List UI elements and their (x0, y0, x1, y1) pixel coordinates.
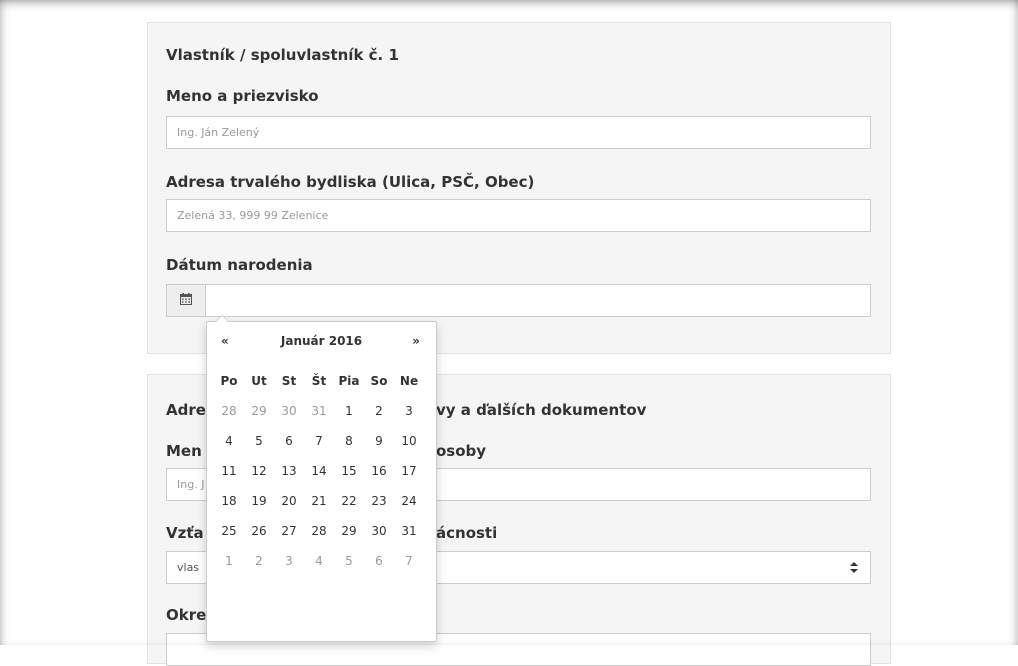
datepicker-day-outside-month[interactable]: 4 (304, 546, 334, 576)
datepicker-day[interactable]: 5 (244, 426, 274, 456)
relation-label-start: Vzťa (166, 524, 204, 542)
delivery-section-title-end: vy a ďalších dokumentov (436, 401, 647, 419)
datepicker-day[interactable]: 26 (244, 516, 274, 546)
datepicker-prev-button[interactable]: « (221, 334, 229, 348)
name-label: Meno a priezvisko (166, 87, 319, 105)
datepicker-day-outside-month[interactable]: 6 (364, 546, 394, 576)
datepicker-day[interactable]: 12 (244, 456, 274, 486)
datepicker-day[interactable]: 14 (304, 456, 334, 486)
datepicker-day-outside-month[interactable]: 30 (274, 396, 304, 426)
datepicker-day[interactable]: 15 (334, 456, 364, 486)
weekday-header: Po (220, 374, 238, 388)
datepicker-day[interactable]: 9 (364, 426, 394, 456)
datepicker-day[interactable]: 3 (394, 396, 424, 426)
datepicker-day-outside-month[interactable]: 29 (244, 396, 274, 426)
datepicker-day[interactable]: 1 (334, 396, 364, 426)
datepicker-header: Január 2016 « » (207, 334, 436, 354)
datepicker-day[interactable]: 2 (364, 396, 394, 426)
datepicker-day[interactable]: 6 (274, 426, 304, 456)
relation-select-value: vlas (177, 561, 200, 574)
datepicker-day[interactable]: 22 (334, 486, 364, 516)
datepicker-day[interactable]: 13 (274, 456, 304, 486)
datepicker-day-outside-month[interactable]: 5 (334, 546, 364, 576)
datepicker-day[interactable]: 7 (304, 426, 334, 456)
weekday-header: Ne (399, 374, 419, 388)
datepicker-day[interactable]: 29 (334, 516, 364, 546)
weekday-header: Ut (251, 374, 267, 388)
birth-date-input[interactable] (205, 284, 871, 317)
datepicker-day[interactable]: 24 (394, 486, 424, 516)
datepicker-day[interactable]: 20 (274, 486, 304, 516)
datepicker-day[interactable]: 21 (304, 486, 334, 516)
owner-section-title: Vlastník / spoluvlastník č. 1 (166, 46, 399, 64)
datepicker-day-outside-month[interactable]: 7 (394, 546, 424, 576)
datepicker-day[interactable]: 31 (394, 516, 424, 546)
contact-name-label-end: osoby (436, 442, 487, 460)
datepicker-day[interactable]: 23 (364, 486, 394, 516)
relation-label-end: ácnosti (436, 524, 498, 542)
address-input[interactable]: Zelená 33, 999 99 Zelenice (166, 199, 871, 232)
datepicker-day[interactable]: 19 (244, 486, 274, 516)
address-label: Adresa trvalého bydliska (Ulica, PSČ, Ob… (166, 173, 535, 191)
contact-name-label-start: Men (166, 442, 202, 460)
datepicker-day-outside-month[interactable]: 3 (274, 546, 304, 576)
weekday-header: Št (311, 374, 327, 388)
datepicker-day[interactable]: 27 (274, 516, 304, 546)
datepicker-day[interactable]: 17 (394, 456, 424, 486)
datepicker-day[interactable]: 10 (394, 426, 424, 456)
datepicker-day[interactable]: 25 (214, 516, 244, 546)
datepicker-day[interactable]: 28 (304, 516, 334, 546)
datepicker-month-title[interactable]: Január 2016 (207, 334, 436, 348)
datepicker-day-outside-month[interactable]: 2 (244, 546, 274, 576)
weekday-header: So (370, 374, 388, 388)
datepicker-day-outside-month[interactable]: 31 (304, 396, 334, 426)
birth-date-label: Dátum narodenia (166, 256, 313, 274)
datepicker-day[interactable]: 11 (214, 456, 244, 486)
delivery-section-title-start: Adre (166, 401, 206, 419)
datepicker-caret (215, 315, 229, 322)
weekday-header: Pia (338, 374, 360, 388)
updown-arrows-icon (850, 552, 858, 583)
datepicker-day[interactable]: 4 (214, 426, 244, 456)
calendar-icon (180, 292, 192, 310)
datepicker-day-outside-month[interactable]: 28 (214, 396, 244, 426)
datepicker-day[interactable]: 30 (364, 516, 394, 546)
datepicker-day-outside-month[interactable]: 1 (214, 546, 244, 576)
district-label-start: Okre (166, 606, 207, 624)
datepicker-day[interactable]: 18 (214, 486, 244, 516)
datepicker-day[interactable]: 8 (334, 426, 364, 456)
calendar-addon[interactable] (166, 284, 206, 317)
name-input[interactable]: Ing. Ján Zelený (166, 116, 871, 149)
datepicker-next-button[interactable]: » (412, 334, 420, 348)
datepicker-grid: Po Ut St Št Pia So Ne 28 29 30 31 1 2 3 4 5 6 7 8 9 10 11 12 13… (214, 366, 424, 576)
datepicker-day[interactable]: 16 (364, 456, 394, 486)
weekday-header: St (281, 374, 297, 388)
datepicker-popup: Január 2016 « » Po Ut St Št Pia So Ne 28 29 30 31 1… (206, 315, 437, 642)
